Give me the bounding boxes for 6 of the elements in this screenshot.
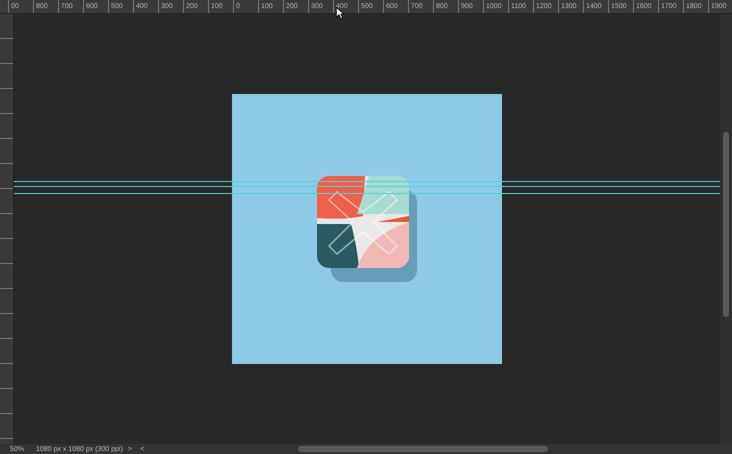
vertical-scrollbar[interactable] bbox=[720, 14, 732, 444]
horizontal-scrollbar[interactable] bbox=[298, 446, 548, 452]
guide-line[interactable] bbox=[14, 181, 720, 182]
guide-line[interactable] bbox=[14, 186, 720, 187]
cursor-icon bbox=[336, 7, 344, 19]
guide-line[interactable] bbox=[14, 193, 720, 194]
